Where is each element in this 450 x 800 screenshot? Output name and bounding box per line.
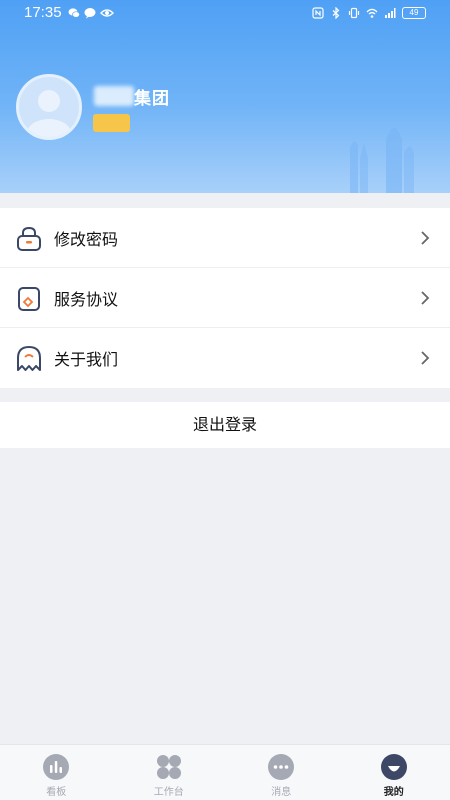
company-name: 集团 <box>134 89 170 109</box>
menu-item-service-agreement[interactable]: 服务协议 <box>0 268 450 328</box>
tab-label: 我的 <box>383 787 404 798</box>
battery-icon: 49 <box>402 7 426 19</box>
profile-header: 17:35 49 集团 <box>0 0 450 193</box>
message-icon <box>268 754 295 780</box>
bottom-tab-bar: 看板 工作台 消息 我的 <box>0 744 450 800</box>
menu-item-label: 修改密码 <box>54 229 119 249</box>
menu-item-change-password[interactable]: 修改密码 <box>0 208 450 268</box>
document-icon <box>18 287 40 311</box>
chat-bubble-icon <box>84 8 96 19</box>
chart-icon <box>43 754 70 780</box>
signal-icon <box>385 8 396 18</box>
chevron-right-icon <box>421 231 430 245</box>
grid-icon <box>156 755 181 779</box>
user-avatar-icon <box>27 90 71 137</box>
tab-mine[interactable]: 我的 <box>338 745 450 800</box>
bluetooth-icon <box>332 7 340 19</box>
menu-item-about-us[interactable]: 关于我们 <box>0 328 450 388</box>
status-bar: 17:35 49 <box>0 0 450 26</box>
logout-button[interactable]: 退出登录 <box>0 402 450 448</box>
settings-menu: 修改密码 服务协议 关于我们 <box>0 208 450 388</box>
wechat-icon <box>68 8 80 18</box>
tab-dashboard[interactable]: 看板 <box>0 745 113 800</box>
chevron-right-icon <box>421 291 430 305</box>
menu-item-label: 服务协议 <box>54 289 119 309</box>
eye-icon <box>100 9 114 17</box>
vibrate-icon <box>348 7 360 19</box>
tab-workbench[interactable]: 工作台 <box>113 745 226 800</box>
role-badge <box>93 114 130 132</box>
avatar[interactable] <box>16 74 82 140</box>
tab-label: 工作台 <box>153 787 184 798</box>
profile-icon <box>380 754 407 780</box>
ghost-icon <box>17 346 41 371</box>
lock-icon <box>17 226 41 251</box>
skyline-decoration <box>350 128 414 193</box>
chevron-right-icon <box>421 351 430 365</box>
wifi-icon <box>366 8 378 18</box>
menu-item-label: 关于我们 <box>54 350 119 369</box>
tab-label: 看板 <box>46 787 67 798</box>
nfc-icon <box>312 7 324 19</box>
status-time: 17:35 <box>24 4 62 21</box>
tab-messages[interactable]: 消息 <box>225 745 338 800</box>
tab-label: 消息 <box>271 787 292 798</box>
